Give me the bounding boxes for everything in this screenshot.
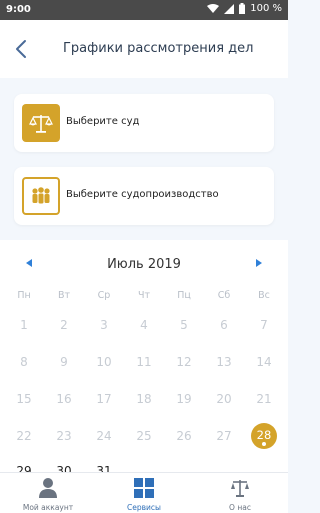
people-icon [22, 177, 60, 215]
select-court-card[interactable]: Выберите суд [14, 94, 274, 152]
app-bar: Графики рассмотрения дел [0, 20, 288, 78]
calendar-day[interactable]: 14 [249, 355, 279, 369]
nav-services-label: Сервисы [127, 503, 161, 512]
signal-icon [224, 3, 235, 14]
weekday-label: Вс [258, 290, 270, 301]
calendar-day[interactable]: 27 [209, 429, 239, 443]
battery-icon [239, 3, 246, 14]
status-time: 9:00 [6, 4, 31, 15]
calendar-day[interactable]: 13 [209, 355, 239, 369]
nav-about[interactable]: О нас [192, 473, 288, 513]
weekday-label: Ср [97, 290, 111, 301]
calendar-day[interactable]: 18 [129, 392, 159, 406]
weekday-label: Пц [177, 290, 191, 301]
weekday-label: Пн [17, 290, 31, 301]
status-icons: 100 % [207, 3, 282, 14]
calendar-day[interactable]: 17 [89, 392, 119, 406]
select-proceedings-label: Выберите судопроизводство [66, 189, 219, 200]
nav-services[interactable]: Сервисы [96, 473, 192, 513]
nav-about-label: О нас [229, 503, 251, 512]
nav-account-label: Мой аккаунт [22, 503, 74, 512]
calendar-day[interactable]: 9 [49, 355, 79, 369]
calendar-day[interactable]: 12 [169, 355, 199, 369]
calendar-day[interactable]: 15 [9, 392, 39, 406]
wifi-icon [207, 3, 220, 13]
account-icon [39, 478, 57, 498]
status-bar: 9:00 100 % [0, 0, 288, 20]
page-title: Графики рассмотрения дел [63, 41, 254, 56]
calendar-day[interactable]: 1 [9, 318, 39, 332]
calendar-day[interactable]: 23 [49, 429, 79, 443]
calendar-day[interactable]: 26 [169, 429, 199, 443]
services-grid-icon [134, 478, 154, 498]
weekday-label: Сб [217, 290, 231, 301]
battery-level: 100 % [250, 3, 282, 14]
calendar-day[interactable]: 7 [249, 318, 279, 332]
selected-day[interactable]: 28 [251, 423, 277, 449]
calendar-day[interactable]: 31 [89, 464, 119, 472]
calendar-day[interactable]: 10 [89, 355, 119, 369]
calendar-day[interactable]: 2 [49, 318, 79, 332]
calendar-day[interactable]: 30 [49, 464, 79, 472]
calendar-day[interactable]: 8 [9, 355, 39, 369]
nav-account[interactable]: Мой аккаунт [0, 473, 96, 513]
weekday-label: Вт [57, 290, 71, 301]
calendar: Июль 2019 Пн Вт Ср Чт Пц Сб Вс 1 2 3 4 5… [0, 240, 288, 472]
scales-icon [231, 480, 249, 497]
calendar-day[interactable]: 22 [9, 429, 39, 443]
calendar-month: Июль 2019 [107, 257, 181, 272]
calendar-day[interactable]: 25 [129, 429, 159, 443]
scales-icon [22, 104, 60, 142]
calendar-day[interactable]: 21 [249, 392, 279, 406]
next-month-icon[interactable] [256, 259, 262, 267]
select-court-label: Выберите суд [66, 116, 140, 127]
calendar-day[interactable]: 20 [209, 392, 239, 406]
calendar-day[interactable]: 19 [169, 392, 199, 406]
back-arrow-icon[interactable] [12, 38, 32, 60]
calendar-day[interactable]: 24 [89, 429, 119, 443]
calendar-day[interactable]: 6 [209, 318, 239, 332]
calendar-day[interactable]: 29 [9, 464, 39, 472]
select-proceedings-card[interactable]: Выберите судопроизводство [14, 167, 274, 225]
bottom-nav: Мой аккаунт Сервисы О нас [0, 472, 288, 513]
calendar-day[interactable]: 4 [129, 318, 159, 332]
calendar-day[interactable]: 5 [169, 318, 199, 332]
calendar-day[interactable]: 3 [89, 318, 119, 332]
calendar-day[interactable]: 11 [129, 355, 159, 369]
calendar-day[interactable]: 16 [49, 392, 79, 406]
weekday-label: Чт [137, 290, 151, 301]
